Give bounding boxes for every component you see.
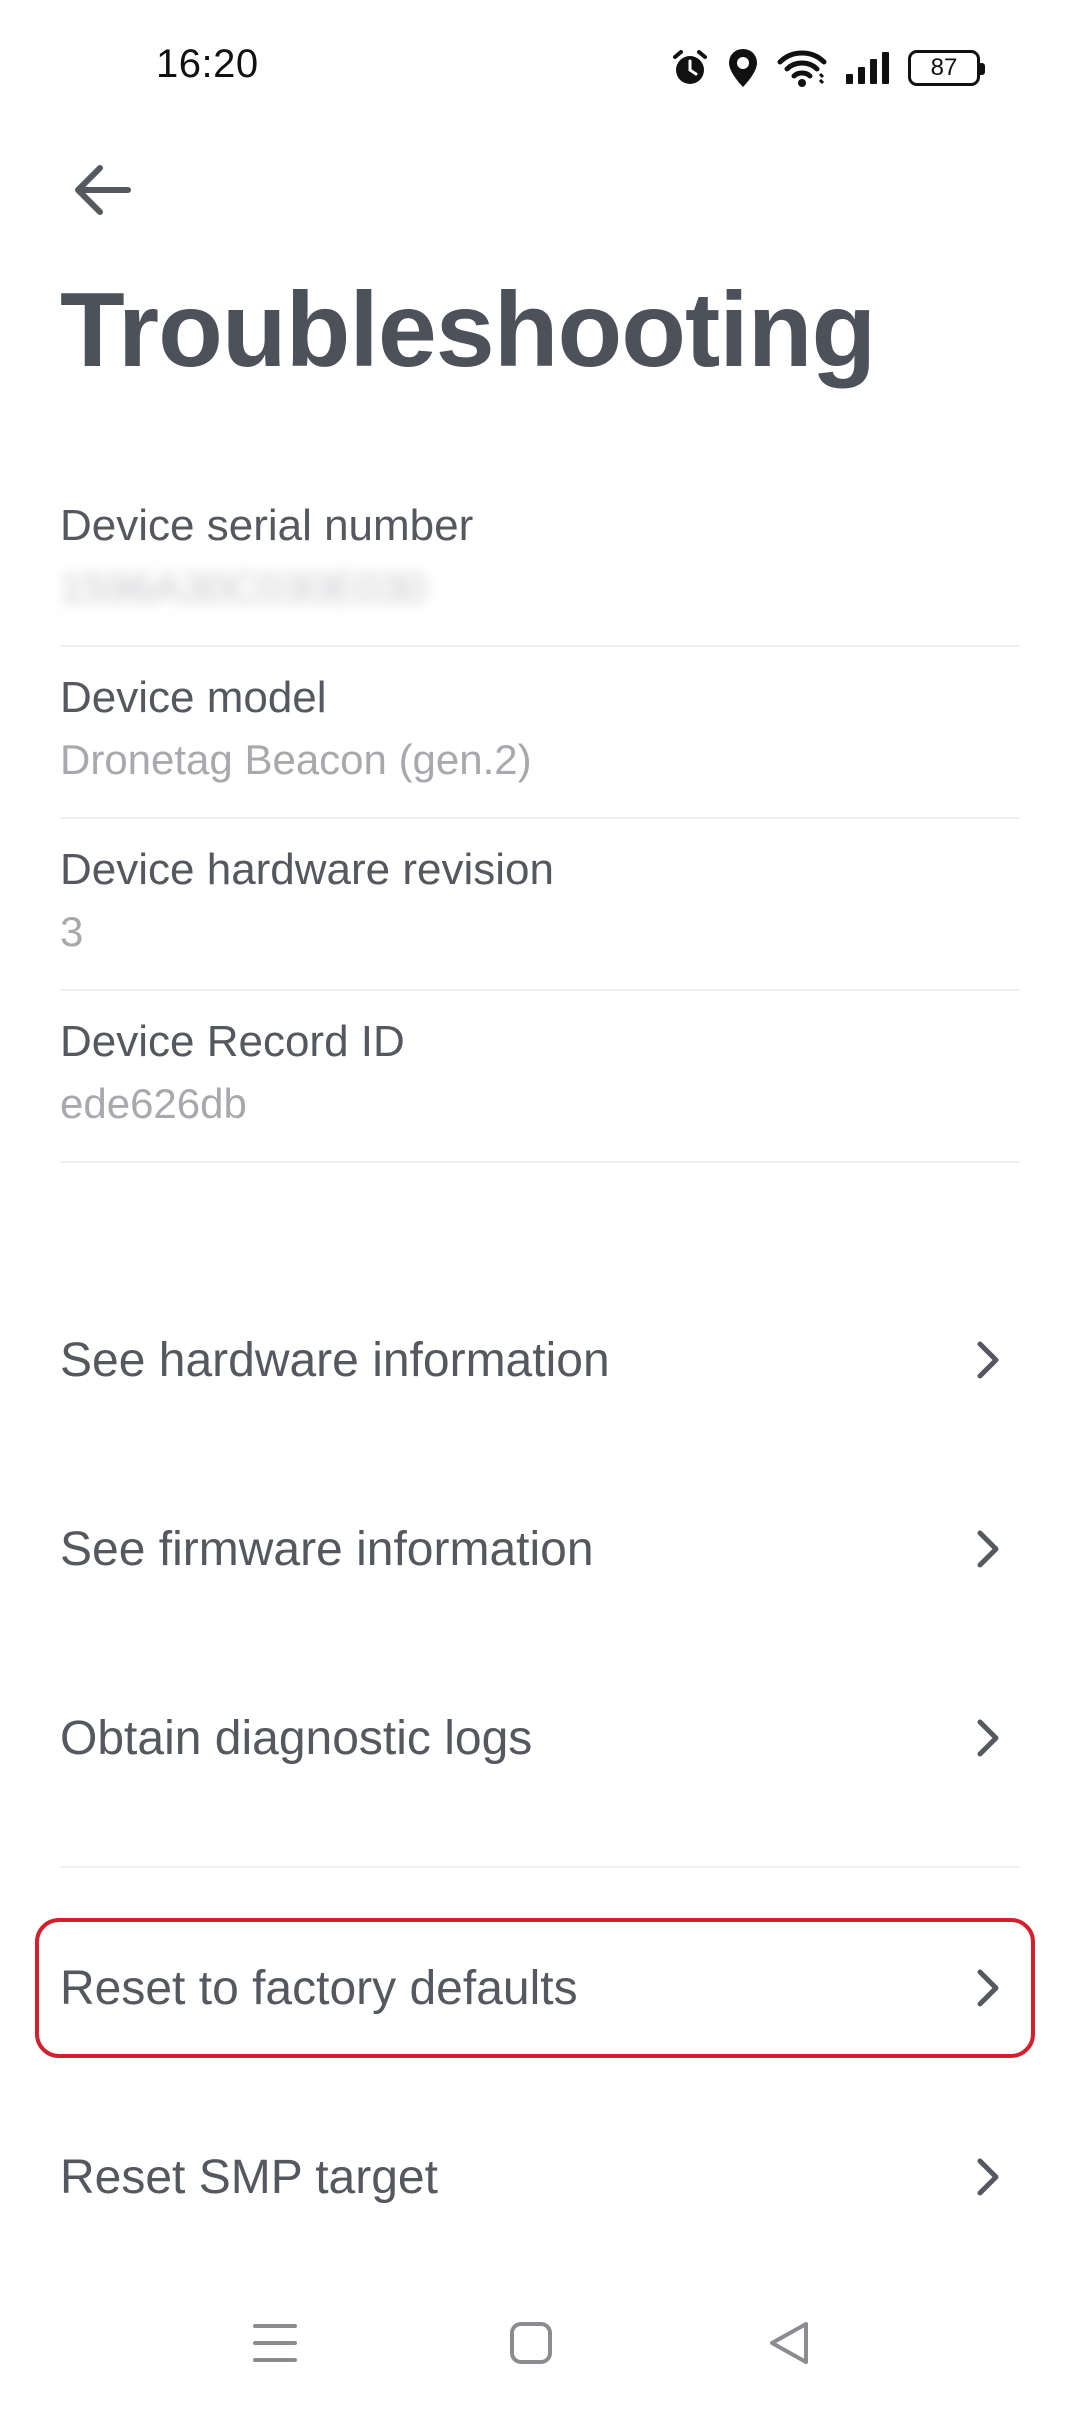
factory-reset-item[interactable]: Reset to factory defaults <box>60 1923 1020 2053</box>
status-time: 16:20 <box>156 42 259 86</box>
info-label: Device hardware revision <box>60 845 554 894</box>
chevron-right-icon <box>968 2157 1008 2197</box>
battery-level: 87 <box>930 54 958 81</box>
reset-smp-target-item[interactable]: Reset SMP target <box>60 2112 1020 2242</box>
status-bar: 16:20 87 <box>0 0 1080 140</box>
alarm-icon <box>670 48 710 88</box>
info-row-serial-number: Device serial number 1596A30C030E030 <box>60 475 1020 647</box>
back-triangle-icon <box>766 2319 812 2372</box>
back-nav-button[interactable] <box>754 2310 824 2380</box>
info-value: ede626db <box>60 1079 247 1127</box>
info-label: Device Record ID <box>60 1017 405 1066</box>
info-value: 1596A30C030E030 <box>60 563 427 611</box>
info-row-record-id: Device Record ID ede626db <box>60 991 1020 1163</box>
location-icon <box>726 47 760 89</box>
info-value: Dronetag Beacon (gen.2) <box>60 735 532 783</box>
wifi-icon <box>776 48 828 88</box>
info-label: Device serial number <box>60 501 474 550</box>
firmware-information-item[interactable]: See firmware information <box>60 1484 1020 1614</box>
chevron-right-icon <box>968 1718 1008 1758</box>
system-nav-bar <box>0 2270 1080 2412</box>
action-label: See firmware information <box>60 1522 594 1576</box>
info-row-device-model: Device model Dronetag Beacon (gen.2) <box>60 647 1020 819</box>
chevron-right-icon <box>968 1968 1008 2008</box>
action-label: See hardware information <box>60 1333 610 1387</box>
chevron-right-icon <box>968 1340 1008 1380</box>
info-value: 3 <box>60 907 84 955</box>
back-button[interactable] <box>62 152 142 232</box>
diagnostic-logs-item[interactable]: Obtain diagnostic logs <box>60 1673 1020 1803</box>
action-label: Reset to factory defaults <box>60 1961 578 2015</box>
action-label: Reset SMP target <box>60 2150 438 2204</box>
info-label: Device model <box>60 673 327 722</box>
page-title: Troubleshooting <box>60 271 876 389</box>
battery-icon: 87 <box>908 50 985 86</box>
action-label: Obtain diagnostic logs <box>60 1711 533 1765</box>
device-info-list: Device serial number 1596A30C030E030 Dev… <box>60 475 1020 1163</box>
chevron-right-icon <box>968 1529 1008 1569</box>
info-row-hardware-revision: Device hardware revision 3 <box>60 819 1020 991</box>
home-button[interactable] <box>496 2310 566 2380</box>
arrow-left-icon <box>72 162 132 223</box>
hardware-information-item[interactable]: See hardware information <box>60 1295 1020 1425</box>
signal-icon <box>844 50 892 86</box>
status-icons: 87 <box>670 44 985 92</box>
recent-apps-button[interactable] <box>240 2310 310 2380</box>
home-icon <box>508 2320 554 2371</box>
menu-icon <box>252 2321 298 2370</box>
section-divider <box>60 1866 1020 1868</box>
